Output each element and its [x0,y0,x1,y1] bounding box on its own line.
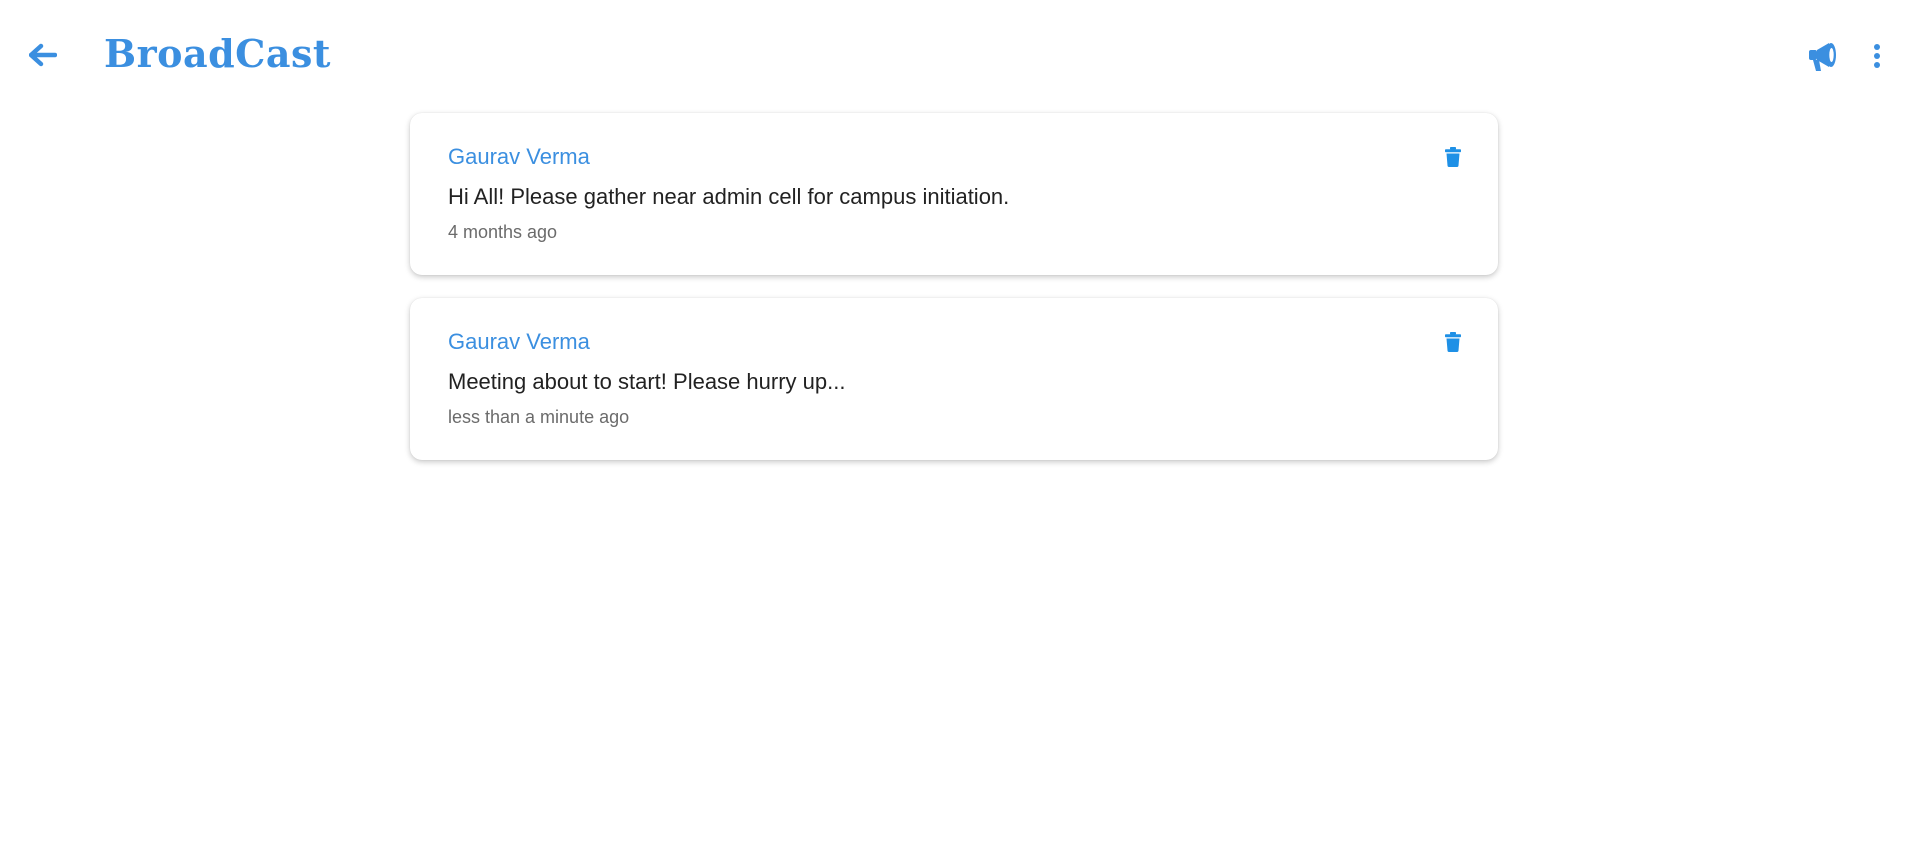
megaphone-icon [1809,43,1836,71]
arrow-left-icon [29,43,57,67]
back-button[interactable] [26,38,60,72]
broadcast-card: Gaurav Verma Hi All! Please gather near … [410,113,1498,275]
app-header: BroadCast [0,0,1912,110]
page-title: BroadCast [104,31,331,76]
broadcast-card: Gaurav Verma Meeting about to start! Ple… [410,298,1498,460]
more-vertical-icon [1874,44,1880,68]
delete-button[interactable] [1442,145,1464,169]
delete-button[interactable] [1442,330,1464,354]
broadcast-button[interactable] [1804,36,1844,76]
message-time: 4 months ago [448,222,558,242]
broadcast-list: Gaurav Verma Hi All! Please gather near … [410,113,1498,483]
message-text: Hi All! Please gather near admin cell fo… [448,184,1010,209]
message-text: Meeting about to start! Please hurry up.… [448,369,846,394]
trash-icon [1445,147,1461,167]
message-author: Gaurav Verma [448,329,590,354]
trash-icon [1445,332,1461,352]
message-time: less than a minute ago [448,407,630,427]
message-author: Gaurav Verma [448,144,590,169]
more-options-button[interactable] [1866,38,1888,74]
